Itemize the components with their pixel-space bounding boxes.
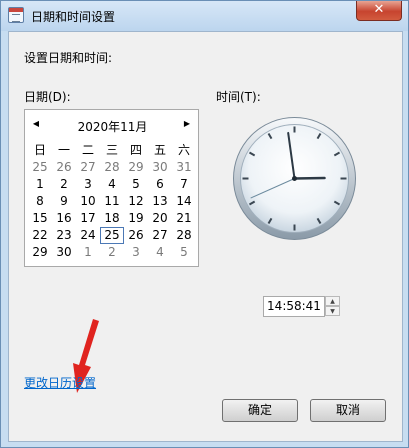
calendar-day[interactable]: 11 xyxy=(100,193,124,210)
calendar-week-row: 25 26 27 28 29 30 31 xyxy=(28,159,196,176)
calendar-week-row: 15 16 17 18 19 20 21 xyxy=(28,210,196,227)
calendar-day[interactable]: 2 xyxy=(52,176,76,193)
calendar-day[interactable]: 15 xyxy=(28,210,52,227)
calendar-day[interactable]: 24 xyxy=(76,227,100,244)
calendar-day[interactable]: 20 xyxy=(148,210,172,227)
calendar-day[interactable]: 1 xyxy=(76,244,100,261)
calendar-day[interactable]: 7 xyxy=(172,176,196,193)
calendar-day[interactable]: 31 xyxy=(172,159,196,176)
calendar-month-title[interactable]: 2020年11月 xyxy=(25,118,200,135)
calendar-day[interactable]: 12 xyxy=(124,193,148,210)
calendar-day[interactable]: 16 xyxy=(52,210,76,227)
date-time-window: 日期和时间设置 ✕ 设置日期和时间: 日期(D): 时间(T): ◀ 2020年… xyxy=(0,0,409,448)
calendar-day[interactable]: 26 xyxy=(52,159,76,176)
calendar-day[interactable]: 3 xyxy=(124,244,148,261)
calendar-day[interactable]: 25 xyxy=(28,159,52,176)
calendar-icon xyxy=(8,7,24,23)
hour-hand xyxy=(293,176,326,180)
weekday-header-row: 日一二三四五六 xyxy=(28,142,196,159)
weekday-label: 一 xyxy=(57,143,70,157)
calendar-day[interactable]: 14 xyxy=(172,193,196,210)
cancel-button[interactable]: 取消 xyxy=(310,399,386,422)
calendar-day[interactable]: 3 xyxy=(76,176,100,193)
time-label: 时间(T): xyxy=(216,90,261,104)
window-title: 日期和时间设置 xyxy=(31,10,116,24)
calendar-day[interactable]: 4 xyxy=(100,176,124,193)
calendar-week-row: 8 9 10 11 12 13 14 xyxy=(28,193,196,210)
calendar-day[interactable]: 1 xyxy=(28,176,52,193)
date-label: 日期(D): xyxy=(24,90,71,104)
weekday-label: 六 xyxy=(177,143,190,157)
calendar-day[interactable]: 27 xyxy=(148,227,172,244)
dialog-body: 设置日期和时间: 日期(D): 时间(T): ◀ 2020年11月 ▶ 日一二三… xyxy=(8,31,403,442)
calendar-day[interactable]: 4 xyxy=(148,244,172,261)
calendar-day[interactable]: 28 xyxy=(100,159,124,176)
calendar-day[interactable]: 27 xyxy=(76,159,100,176)
time-down-button[interactable]: ▼ xyxy=(325,306,340,316)
weekday-label: 日 xyxy=(33,143,46,157)
time-up-button[interactable]: ▲ xyxy=(325,296,340,306)
calendar-day[interactable]: 5 xyxy=(124,176,148,193)
calendar: ◀ 2020年11月 ▶ 日一二三四五六 25 26 27 28 29 30 31 1 2 3 4 5 6… xyxy=(24,109,199,267)
calendar-day[interactable]: 2 xyxy=(100,244,124,261)
page-title: 设置日期和时间: xyxy=(24,51,113,65)
calendar-week-row: 1234567 xyxy=(28,176,196,193)
calendar-week-row: 22 23 24 25 26 27 28 xyxy=(28,227,196,244)
calendar-day[interactable]: 19 xyxy=(124,210,148,227)
calendar-day[interactable]: 29 xyxy=(28,244,52,261)
calendar-grid: 日一二三四五六 25 26 27 28 29 30 31 1 2 3 4 5 6 7 8 9 10 11 12 13 14… xyxy=(28,142,196,261)
calendar-day[interactable]: 5 xyxy=(172,244,196,261)
change-calendar-settings-link[interactable]: 更改日历设置 xyxy=(24,374,96,391)
calendar-day[interactable]: 18 xyxy=(100,210,124,227)
ok-button[interactable]: 确定 xyxy=(222,399,298,422)
calendar-day[interactable]: 10 xyxy=(76,193,100,210)
weekday-label: 三 xyxy=(105,143,118,157)
title-bar: 日期和时间设置 ✕ xyxy=(1,1,408,31)
calendar-day[interactable]: 17 xyxy=(76,210,100,227)
calendar-day[interactable]: 22 xyxy=(28,227,52,244)
calendar-day[interactable]: 21 xyxy=(172,210,196,227)
calendar-day[interactable]: 30 xyxy=(52,244,76,261)
calendar-day[interactable]: 6 xyxy=(148,176,172,193)
analog-clock xyxy=(233,117,356,240)
calendar-week-row: 29 30 1 2 3 4 5 xyxy=(28,244,196,261)
calendar-day[interactable]: 13 xyxy=(148,193,172,210)
calendar-day[interactable]: 25 xyxy=(100,227,124,244)
time-input[interactable]: 14:58:41 xyxy=(263,296,325,317)
weekday-label: 二 xyxy=(81,143,94,157)
calendar-day[interactable]: 8 xyxy=(28,193,52,210)
calendar-day[interactable]: 26 xyxy=(124,227,148,244)
calendar-day[interactable]: 29 xyxy=(124,159,148,176)
weekday-label: 五 xyxy=(153,143,166,157)
calendar-day[interactable]: 23 xyxy=(52,227,76,244)
next-month-icon[interactable]: ▶ xyxy=(182,119,192,129)
close-button[interactable]: ✕ xyxy=(356,1,402,21)
time-spinner: ▲ ▼ xyxy=(325,296,340,317)
weekday-label: 四 xyxy=(129,143,142,157)
calendar-day[interactable]: 30 xyxy=(148,159,172,176)
calendar-day[interactable]: 28 xyxy=(172,227,196,244)
calendar-day[interactable]: 9 xyxy=(52,193,76,210)
